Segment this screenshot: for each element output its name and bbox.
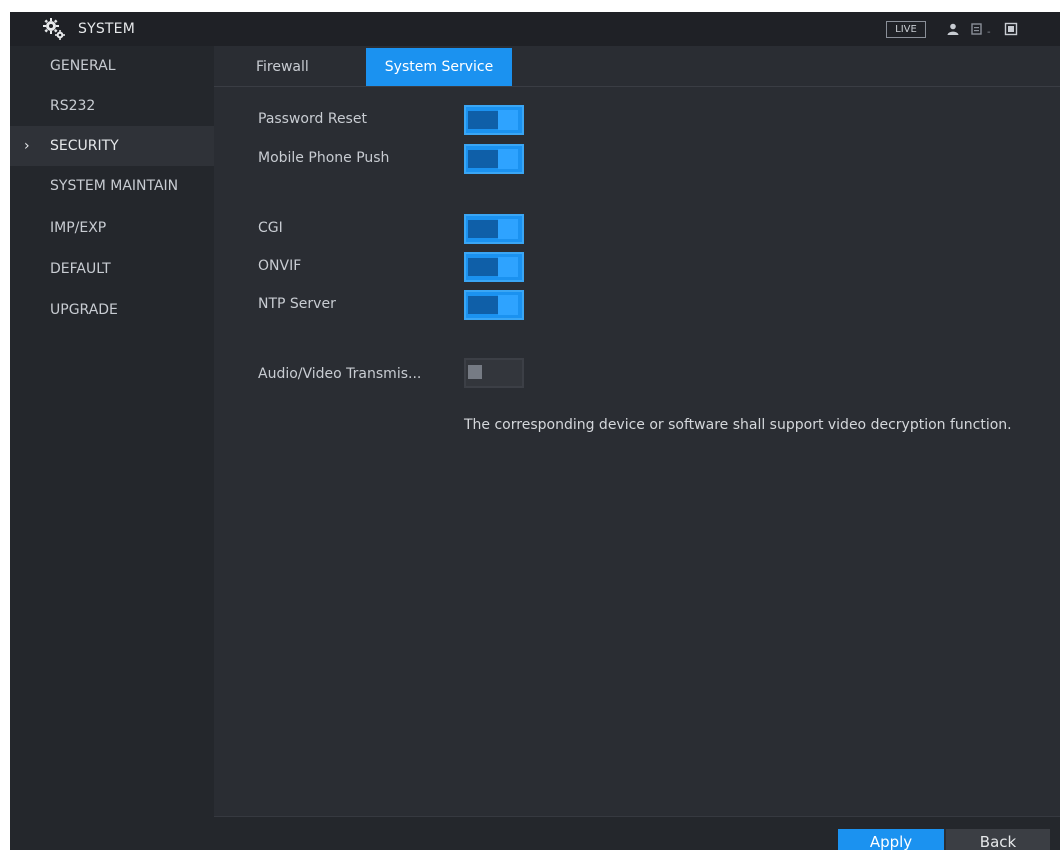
sidebar-item-system-maintain[interactable]: SYSTEM MAINTAIN <box>10 166 214 206</box>
sidebar-item-label: UPGRADE <box>50 302 118 318</box>
chevron-right-icon: › <box>24 138 30 154</box>
tab-system-service[interactable]: System Service <box>366 48 512 86</box>
ntp-server-label: NTP Server <box>258 296 336 312</box>
onvif-label: ONVIF <box>258 258 302 274</box>
password-reset-label: Password Reset <box>258 111 367 127</box>
sidebar-item-upgrade[interactable]: UPGRADE <box>10 290 214 330</box>
exit-icon[interactable] <box>1004 22 1018 36</box>
window-icon[interactable] <box>970 22 984 36</box>
cgi-toggle[interactable] <box>464 214 524 244</box>
sidebar-item-label: SECURITY <box>50 138 119 154</box>
sidebar-item-imp-exp[interactable]: IMP/EXP <box>10 208 214 248</box>
separator: - <box>987 27 991 38</box>
mobile-phone-push-toggle[interactable] <box>464 144 524 174</box>
cgi-label: CGI <box>258 220 283 236</box>
divider <box>214 86 1060 87</box>
main-panel: Firewall System Service Password Reset M… <box>214 46 1060 850</box>
sidebar-item-default[interactable]: DEFAULT <box>10 249 214 289</box>
live-button[interactable]: LIVE <box>886 21 926 38</box>
info-note: The corresponding device or software sha… <box>464 417 1012 433</box>
apply-button[interactable]: Apply <box>838 829 944 850</box>
sidebar-item-label: DEFAULT <box>50 261 111 277</box>
ntp-server-toggle[interactable] <box>464 290 524 320</box>
app-window: SYSTEM LIVE - GENERAL RS232 › SECURITY S… <box>10 12 1060 850</box>
footer-bar: Apply Back <box>214 816 1060 850</box>
sidebar-item-general[interactable]: GENERAL <box>10 46 214 86</box>
back-button[interactable]: Back <box>944 829 1050 850</box>
audio-video-transmission-toggle[interactable] <box>464 358 524 388</box>
audio-video-transmission-label: Audio/Video Transmis... <box>258 366 422 382</box>
sidebar: GENERAL RS232 › SECURITY SYSTEM MAINTAIN… <box>10 46 214 850</box>
sidebar-item-rs232[interactable]: RS232 <box>10 86 214 126</box>
sidebar-item-label: RS232 <box>50 98 96 114</box>
gears-icon <box>43 18 65 40</box>
sidebar-item-security[interactable]: › SECURITY <box>10 126 214 166</box>
tab-firewall[interactable]: Firewall <box>238 48 348 86</box>
user-icon[interactable] <box>946 22 960 36</box>
sidebar-item-label: SYSTEM MAINTAIN <box>50 178 179 194</box>
page-title: SYSTEM <box>78 21 136 37</box>
title-bar: SYSTEM LIVE - <box>10 12 1060 46</box>
password-reset-toggle[interactable] <box>464 105 524 135</box>
sidebar-item-label: IMP/EXP <box>50 220 107 236</box>
mobile-phone-push-label: Mobile Phone Push <box>258 150 390 166</box>
onvif-toggle[interactable] <box>464 252 524 282</box>
sidebar-item-label: GENERAL <box>50 58 116 74</box>
